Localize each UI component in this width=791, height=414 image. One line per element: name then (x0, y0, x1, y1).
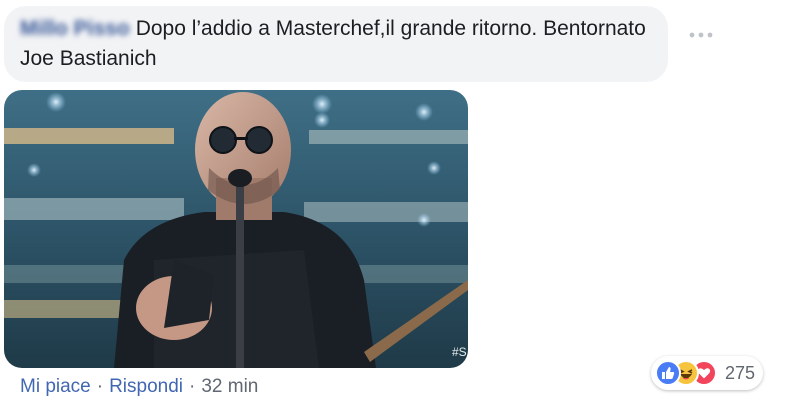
reactions-summary[interactable]: 275 (651, 356, 764, 390)
reaction-count: 275 (725, 362, 756, 383)
comment-root: Millo Pisso Dopo l’addio a Masterchef,il … (0, 0, 791, 414)
separator: · (189, 376, 196, 397)
comment-bubble: Millo Pisso Dopo l’addio a Masterchef,il … (4, 6, 668, 82)
comment-attachment-image[interactable]: #S (4, 90, 468, 368)
timestamp[interactable]: 32 min (201, 376, 258, 397)
like-icon (655, 360, 681, 386)
comment-author[interactable]: Millo Pisso (20, 14, 130, 44)
comment-actions: Mi piace · Rispondi · 32 min (20, 374, 258, 400)
media-watermark: #S (452, 345, 467, 359)
separator: · (96, 376, 104, 397)
more-options-icon[interactable] (688, 30, 714, 40)
like-link[interactable]: Mi piace (20, 376, 91, 397)
concert-photo: #S (4, 90, 468, 368)
reply-link[interactable]: Rispondi (109, 376, 183, 397)
